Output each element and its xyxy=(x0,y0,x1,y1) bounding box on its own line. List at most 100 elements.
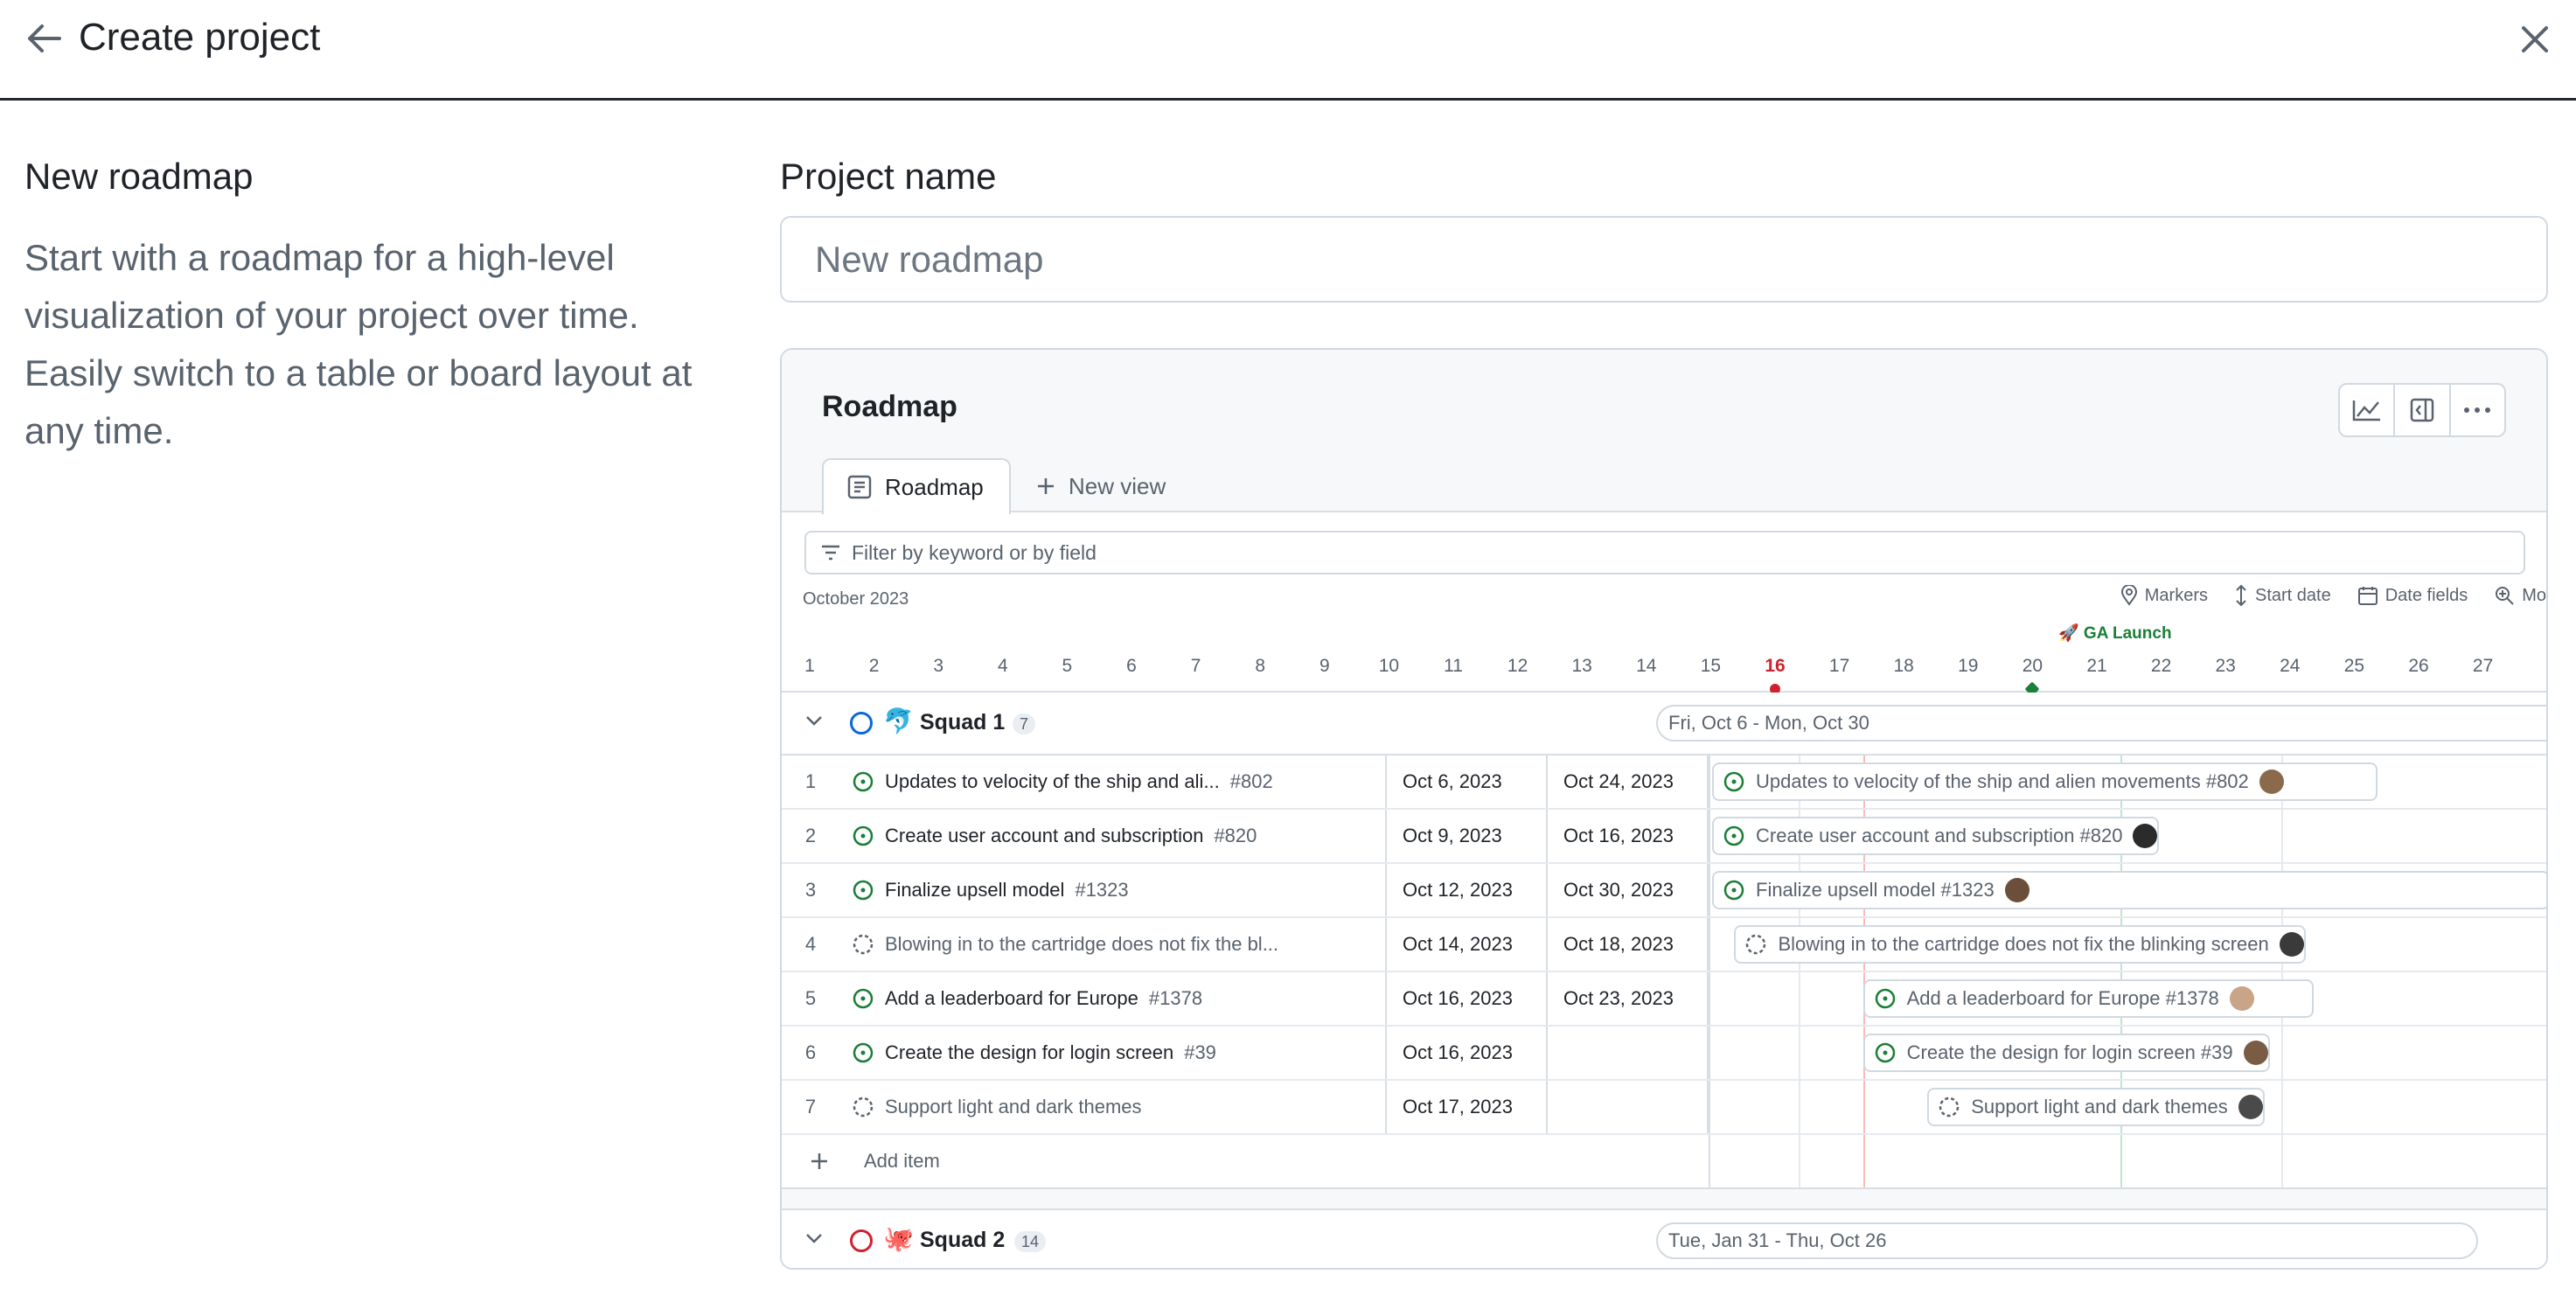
item-title[interactable]: Create user account and subscription xyxy=(885,825,1203,847)
more-options-button[interactable] xyxy=(2451,385,2504,435)
timeline-day: 20 xyxy=(2022,656,2043,676)
tab-roadmap[interactable]: Roadmap xyxy=(822,458,1011,514)
add-item-button[interactable]: Add item xyxy=(782,1135,2546,1187)
item-title[interactable]: Blowing in to the cartridge does not fix… xyxy=(885,933,1278,956)
group-name: Squad 1 xyxy=(920,710,1006,735)
item-title-cell[interactable]: Create the design for login screen #39 xyxy=(839,1027,1387,1079)
tab-new-view[interactable]: New view xyxy=(1035,458,1166,514)
group-header[interactable]: 🐬 Squad 1 7 Fri, Oct 6 - Mon, Oct 30 xyxy=(782,693,2546,755)
end-date-cell[interactable] xyxy=(1548,1027,1709,1079)
end-date-cell[interactable]: Oct 24, 2023 xyxy=(1548,755,1709,808)
item-title[interactable]: Support light and dark themes xyxy=(885,1096,1142,1118)
group-emoji: 🐙 xyxy=(883,1225,914,1252)
timeline-bar[interactable]: Create the design for login screen #39 xyxy=(1862,1034,2270,1072)
start-date-cell[interactable]: Oct 12, 2023 xyxy=(1387,864,1548,916)
issue-number: #39 xyxy=(1184,1041,1216,1063)
item-title[interactable]: Finalize upsell model xyxy=(885,879,1064,902)
timeline-bar-label: Updates to velocity of the ship and alie… xyxy=(1756,770,2249,792)
timeline-day: 15 xyxy=(1700,656,1722,676)
start-date-cell[interactable]: Oct 9, 2023 xyxy=(1387,810,1548,862)
item-title-cell[interactable]: Create user account and subscription #820 xyxy=(839,810,1387,862)
timeline-bar[interactable]: Support light and dark themes xyxy=(1927,1088,2265,1126)
table-row[interactable]: 1 Updates to velocity of the ship and ali… xyxy=(782,755,2546,810)
end-date-cell[interactable]: Oct 30, 2023 xyxy=(1548,864,1709,916)
chevron-down-icon[interactable] xyxy=(804,714,824,728)
timeline-day-header: 1 2 3 4 5 6 7 8 9 10 11 12 13 14 15 16 17 18 19 20 21 22 23 24 2… xyxy=(782,647,2546,697)
table-row[interactable]: 3 Finalize upsell model #1323 Oct 12, 2023 O… xyxy=(782,864,2546,918)
issue-open-icon xyxy=(853,771,874,792)
end-date-cell[interactable]: Oct 23, 2023 xyxy=(1548,972,1709,1025)
timeline-bar[interactable]: Create user account and subscription #82… xyxy=(1712,817,2160,855)
timeline-day: 1 xyxy=(804,656,815,676)
avatar xyxy=(2279,932,2304,957)
sidebar-collapse-icon xyxy=(2410,398,2434,422)
arrow-left-icon[interactable] xyxy=(24,23,63,54)
item-title[interactable]: Add a leaderboard for Europe xyxy=(885,987,1138,1010)
avatar xyxy=(2229,986,2254,1011)
close-icon[interactable] xyxy=(2518,23,2552,56)
timeline-bar-label: Finalize upsell model #1323 xyxy=(1756,879,1995,901)
table-row[interactable]: 6 Create the design for login screen #39 Oc… xyxy=(782,1027,2546,1081)
group-date-range: Tue, Jan 31 - Thu, Oct 26 xyxy=(1656,1222,2478,1259)
project-name-input[interactable] xyxy=(780,216,2548,303)
item-title-cell[interactable]: Support light and dark themes xyxy=(839,1081,1387,1133)
start-date-cell[interactable]: Oct 16, 2023 xyxy=(1387,1027,1548,1079)
timeline-day: 5 xyxy=(1062,656,1073,676)
item-title-cell[interactable]: Updates to velocity of the ship and ali.… xyxy=(839,755,1387,808)
start-date-cell[interactable]: Oct 6, 2023 xyxy=(1387,755,1548,808)
end-date-cell[interactable] xyxy=(1548,1081,1709,1133)
item-title[interactable]: Updates to velocity of the ship and ali.… xyxy=(885,770,1220,793)
roadmap-controls: Markers Start date Date fields Mo xyxy=(2120,584,2546,607)
end-date-cell[interactable]: Oct 16, 2023 xyxy=(1548,810,1709,862)
start-date-cell[interactable]: Oct 14, 2023 xyxy=(1387,918,1548,971)
timeline-bar[interactable]: Finalize upsell model #1323 xyxy=(1712,871,2546,909)
markers-button[interactable]: Markers xyxy=(2120,584,2208,607)
issue-open-icon xyxy=(1723,771,1744,792)
item-title-cell[interactable]: Add a leaderboard for Europe #1378 xyxy=(839,972,1387,1025)
group-count: 14 xyxy=(1014,1231,1047,1252)
timeline-bar-label: Create user account and subscription #82… xyxy=(1756,825,2123,846)
timeline-day: 25 xyxy=(2343,656,2365,676)
timeline-bar[interactable]: Add a leaderboard for Europe #1378 xyxy=(1862,979,2314,1018)
timeline-day: 4 xyxy=(997,656,1008,676)
issue-number: #1378 xyxy=(1148,987,1203,1009)
issue-number: #802 xyxy=(1229,770,1273,792)
markers-label: Markers xyxy=(2144,585,2208,605)
start-date-cell[interactable]: Oct 16, 2023 xyxy=(1387,972,1548,1025)
table-row[interactable]: 4 Blowing in to the cartridge does not fi… xyxy=(782,918,2546,972)
filter-input[interactable]: Filter by keyword or by field xyxy=(804,531,2525,574)
row-number: 2 xyxy=(804,825,817,846)
item-title-cell[interactable]: Blowing in to the cartridge does not fix… xyxy=(839,918,1387,971)
avatar xyxy=(2259,769,2284,794)
chevron-down-icon[interactable] xyxy=(804,1231,824,1245)
group-name: Squad 2 xyxy=(920,1228,1006,1252)
timeline-day: 10 xyxy=(1378,656,1400,676)
start-date-button[interactable]: Start date xyxy=(2234,584,2331,607)
item-title-cell[interactable]: Finalize upsell model #1323 xyxy=(839,864,1387,916)
group-date-range: Fri, Oct 6 - Mon, Oct 30 xyxy=(1656,705,2546,742)
table-row[interactable]: 5 Add a leaderboard for Europe #1378 Oct 16… xyxy=(782,972,2546,1027)
timeline-bar[interactable]: Updates to velocity of the ship and alie… xyxy=(1712,762,2378,801)
timeline-day: 19 xyxy=(1958,656,1979,676)
date-fields-button[interactable]: Date fields xyxy=(2357,584,2468,607)
issue-open-icon xyxy=(853,1042,874,1063)
item-title[interactable]: Create the design for login screen xyxy=(885,1041,1173,1064)
start-date-cell[interactable]: Oct 17, 2023 xyxy=(1387,1081,1548,1133)
status-circle-icon xyxy=(850,1229,873,1252)
sidebar-toggle-button[interactable] xyxy=(2395,385,2451,435)
zoom-button[interactable]: Mo xyxy=(2494,584,2546,607)
roadmap-table: 🐬 Squad 1 7 Fri, Oct 6 - Mon, Oct 30 1 Update… xyxy=(782,693,2546,1268)
timeline-day: 18 xyxy=(1893,656,1914,676)
insights-button[interactable] xyxy=(2340,385,2396,435)
ga-launch-marker[interactable]: 🚀 GA Launch xyxy=(2058,623,2172,644)
issue-open-icon xyxy=(1875,1042,1895,1063)
group-header[interactable]: 🐙 Squad 2 14 Tue, Jan 31 - Thu, Oct 26 xyxy=(782,1210,2546,1268)
filter-placeholder: Filter by keyword or by field xyxy=(852,540,1097,564)
end-date-cell[interactable]: Oct 18, 2023 xyxy=(1548,918,1709,971)
table-row[interactable]: 2 Create user account and subscription #82… xyxy=(782,810,2546,864)
issue-draft-icon xyxy=(1746,934,1766,955)
timeline-bar[interactable]: Blowing in to the cartridge does not fix… xyxy=(1734,925,2306,964)
table-row[interactable]: 7 Support light and dark themes Oct 17, 20… xyxy=(782,1081,2546,1135)
row-number: 3 xyxy=(804,879,817,901)
preview-title: Roadmap xyxy=(822,390,957,423)
